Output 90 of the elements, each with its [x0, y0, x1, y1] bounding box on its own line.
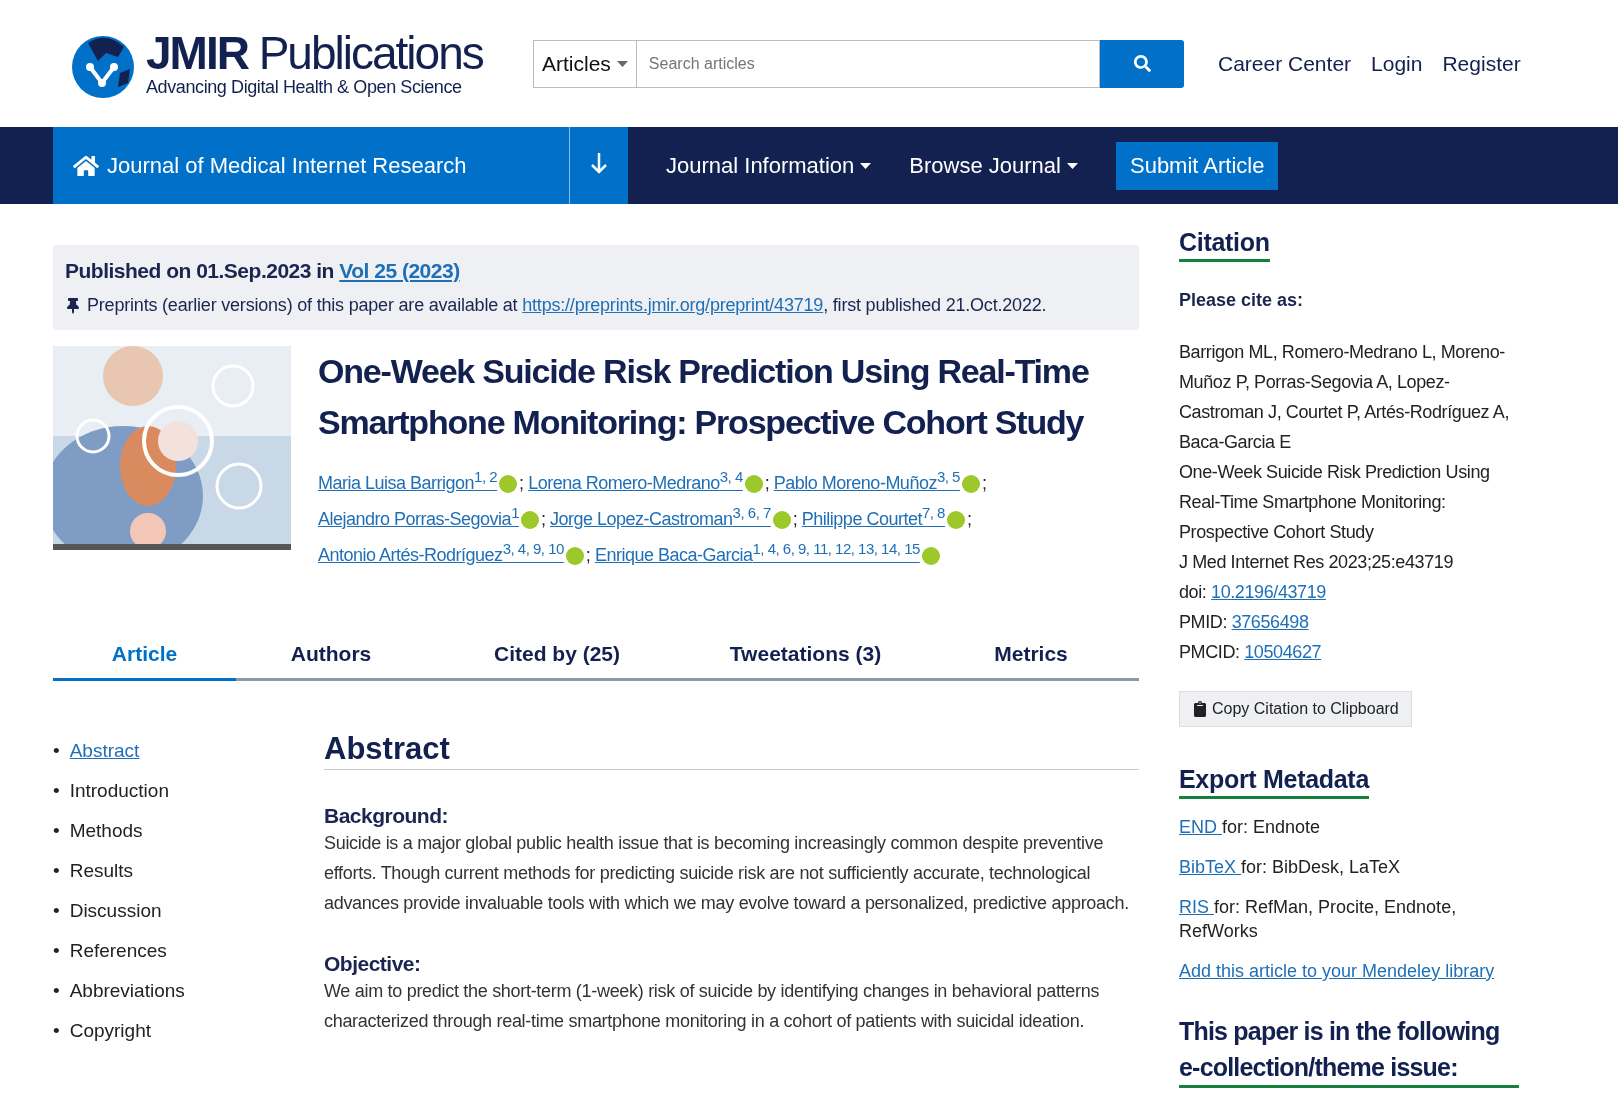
article-tab[interactable]: Tweetations (3)	[688, 634, 923, 681]
search-field[interactable]: Search articles	[636, 39, 1100, 88]
author-link[interactable]: Lorena Romero-Medrano$^{3, 4}$	[528, 473, 743, 493]
author-separator: ;	[981, 473, 987, 493]
toc-link[interactable]: Results	[69, 851, 133, 891]
preprint-link[interactable]: https://preprints.jmir.org/preprint/43719	[522, 295, 824, 315]
abstract-paragraph: Suicide is a major global public health issue that is becoming increasingly common despite preventive efforts. Though current methods for predicting suicide risk are not sufficiently accurate, technological advances provide invaluable tools with which we may evolve toward a personalized, predictive approach.	[324, 832, 1130, 915]
toc-link[interactable]: Introduction	[69, 771, 169, 811]
subsection-heading: Background:	[324, 804, 449, 828]
bullet: •	[53, 819, 60, 843]
abstract-paragraph: We aim to predict the short-term (1-week) risk of suicide by identifying changes in behavioral patterns characterized through real-time smartphone monitoring in a cohort of patients with suicidal ideation.	[324, 980, 1101, 1033]
preprint-note: Preprints (earlier versions) of this paper are available at https://preprints.jmir.org/preprint/43719, first published 21.Oct.2022.	[87, 295, 1047, 316]
search-icon	[1133, 55, 1151, 72]
bullet: •	[53, 979, 60, 1003]
orcid-icon[interactable]	[565, 547, 584, 566]
author-link[interactable]: Alejandro Porras-Segovia$^{1}$	[318, 509, 519, 529]
article-tab[interactable]: Authors	[236, 634, 426, 681]
orcid-icon[interactable]	[921, 547, 940, 566]
logo-tagline: Advancing Digital Health & Open Science	[146, 77, 463, 98]
published-date: Published on 01.Sep.2023 in Vol 25 (2023)	[65, 259, 461, 283]
section-heading: Abstract	[324, 731, 1139, 770]
export-format: BibTeX for: BibDesk, LaTeX	[1179, 856, 1402, 879]
sidebar-heading: Citation	[1179, 228, 1270, 262]
export-link[interactable]: END	[1179, 817, 1222, 837]
nav-menu[interactable]: Journal Information	[666, 127, 872, 204]
down-arrow-icon	[590, 151, 608, 174]
orcid-icon[interactable]	[520, 511, 539, 530]
bullet: •	[53, 939, 60, 963]
search-button[interactable]	[1100, 39, 1184, 88]
citation-id: PMCID: 10504627	[1179, 641, 1323, 664]
article-tab[interactable]: Article	[53, 634, 236, 681]
toc-link[interactable]: References	[69, 931, 167, 971]
caret-icon	[616, 60, 628, 67]
orcid-icon[interactable]	[744, 475, 763, 494]
export-link[interactable]: BibTeX	[1179, 857, 1242, 877]
author-separator: ;	[792, 509, 798, 529]
author-separator: ;	[966, 509, 972, 529]
citation-authors: Barrigon ML, Romero-Medrano L, Moreno-Muñoz P, Porras-Segovia A, Lopez-Castroman J, Courtet P, Artés-Rodríguez A, Baca-Garcia E	[1179, 341, 1511, 454]
mendeley-link[interactable]: Add this article to your Mendeley library	[1179, 961, 1495, 981]
bullet: •	[53, 899, 60, 923]
export-link[interactable]: RIS	[1179, 897, 1214, 917]
author-separator: ;	[585, 545, 591, 565]
clipboard-icon	[1192, 701, 1208, 717]
id-link[interactable]: 10.2196/43719	[1211, 582, 1326, 602]
export-format: END for: Endnote	[1179, 816, 1322, 839]
pin-icon	[65, 297, 81, 314]
subsection-heading: Objective:	[324, 952, 422, 976]
article-tab[interactable]: Metrics	[923, 634, 1139, 681]
header-link[interactable]: Login	[1371, 51, 1423, 76]
bullet: •	[53, 1019, 60, 1043]
toc-link[interactable]: Methods	[69, 811, 143, 851]
logo-wordmark[interactable]: JMIR Publications	[146, 29, 483, 77]
citation-id: PMID: 37656498	[1179, 611, 1310, 634]
toc-link[interactable]: Abbreviations	[69, 971, 185, 1011]
author-link[interactable]: Philippe Courtet$^{7, 8}$	[801, 509, 945, 529]
submit-article-button[interactable]: Submit Article	[1115, 141, 1279, 190]
header-link[interactable]: Career Center	[1218, 51, 1352, 76]
toc-link[interactable]: Discussion	[69, 891, 162, 931]
export-format: RIS for: RefMan, Procite, Endnote, RefWorks	[1179, 896, 1458, 943]
sidebar-heading: This paper is in the following e-collection/theme issue:	[1179, 1013, 1519, 1088]
orcid-icon[interactable]	[961, 475, 980, 494]
author-separator: ;	[764, 473, 770, 493]
citation-journal: J Med Internet Res 2023;25:e43719	[1179, 551, 1454, 574]
caret-icon	[1066, 162, 1078, 169]
author-link[interactable]: Maria Luisa Barrigon$^{1, 2}$	[318, 473, 498, 493]
id-link[interactable]: 10504627	[1244, 642, 1322, 662]
copy-citation-button[interactable]: Copy Citation to Clipboard	[1179, 691, 1412, 727]
citation-id: doi: 10.2196/43719	[1179, 581, 1327, 604]
nav-menu[interactable]: Browse Journal	[909, 127, 1078, 204]
toc-link[interactable]: Copyright	[69, 1011, 151, 1051]
bullet: •	[53, 859, 60, 883]
orcid-icon[interactable]	[772, 511, 791, 530]
bullet: •	[53, 739, 60, 763]
author-separator: ;	[519, 473, 524, 493]
orcid-icon[interactable]	[946, 511, 965, 530]
citation-title: One-Week Suicide Risk Prediction Using Real-Time Smartphone Monitoring: Prospective Cohort Study	[1179, 461, 1491, 544]
volume-link[interactable]: Vol 25 (2023)	[339, 259, 460, 282]
orcid-icon[interactable]	[499, 475, 518, 494]
bullet: •	[53, 779, 60, 803]
caret-icon	[860, 162, 872, 169]
article-title: One-Week Suicide Risk Prediction Using Real-Time Smartphone Monitoring: Prospective Cohort Study	[318, 351, 1090, 443]
author-link[interactable]: Pablo Moreno-Muñoz$^{3, 5}$	[773, 473, 960, 493]
article-tab[interactable]: Cited by (25)	[426, 634, 688, 681]
author-separator: ;	[540, 509, 546, 529]
id-link[interactable]: 37656498	[1231, 612, 1309, 632]
toc-link[interactable]: Abstract	[69, 731, 140, 771]
header-link[interactable]: Register	[1442, 51, 1521, 76]
search-scope-select[interactable]: Articles	[533, 39, 637, 88]
sidebar-heading: Export Metadata	[1179, 765, 1369, 799]
cite-label: Please cite as:	[1179, 290, 1305, 311]
